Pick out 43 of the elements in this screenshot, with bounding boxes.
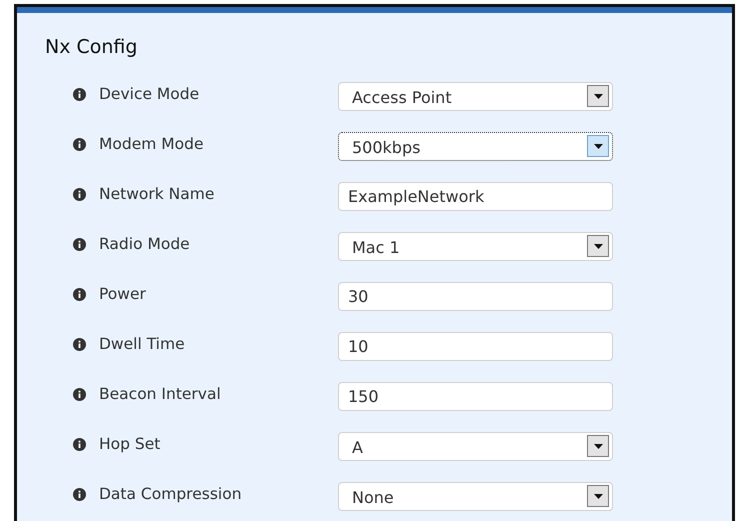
info-icon <box>73 188 86 201</box>
text-field[interactable]: 150 <box>338 382 613 410</box>
field-label: Radio Mode <box>99 234 190 254</box>
text-field[interactable]: 10 <box>338 332 613 360</box>
info-icon <box>73 488 86 501</box>
dropdown-button[interactable] <box>587 85 609 107</box>
info-icon <box>73 238 86 251</box>
field-label: Data Compression <box>99 484 242 504</box>
dropdown[interactable]: 500kbps <box>338 132 613 160</box>
info-icon <box>73 288 86 301</box>
field-label: Modem Mode <box>99 134 204 154</box>
field-label: Device Mode <box>99 84 200 104</box>
info-icon <box>73 88 86 101</box>
dropdown[interactable]: None <box>338 482 613 510</box>
info-icon <box>73 438 86 451</box>
dropdown[interactable]: A <box>338 432 613 460</box>
dropdown-button[interactable] <box>587 435 609 457</box>
dropdown-value: Access Point <box>352 87 452 109</box>
dropdown-value: Mac 1 <box>352 237 400 259</box>
panel-title: Nx Config <box>45 35 138 60</box>
caret-icon <box>594 144 602 148</box>
dropdown[interactable]: Access Point <box>338 82 613 110</box>
dropdown-button[interactable] <box>587 235 609 257</box>
field-label: Dwell Time <box>99 334 185 354</box>
field-label: Beacon Interval <box>99 384 221 404</box>
caret-icon <box>594 444 602 448</box>
text-field[interactable]: 30 <box>338 282 613 310</box>
dropdown-value: None <box>352 487 394 509</box>
dropdown-value: 500kbps <box>352 137 420 159</box>
info-icon <box>73 338 86 351</box>
dropdown-button[interactable] <box>587 485 609 507</box>
dropdown-value: A <box>352 437 363 459</box>
field-label: Hop Set <box>99 434 160 454</box>
caret-icon <box>594 244 602 248</box>
caret-icon <box>594 494 602 498</box>
text-field[interactable]: ExampleNetwork <box>338 182 613 210</box>
field-label: Network Name <box>99 184 214 204</box>
field-label: Power <box>99 284 146 304</box>
caret-icon <box>594 94 602 98</box>
info-icon <box>73 388 86 401</box>
dropdown-button[interactable] <box>587 135 609 157</box>
info-icon <box>73 138 86 151</box>
dropdown[interactable]: Mac 1 <box>338 232 613 260</box>
